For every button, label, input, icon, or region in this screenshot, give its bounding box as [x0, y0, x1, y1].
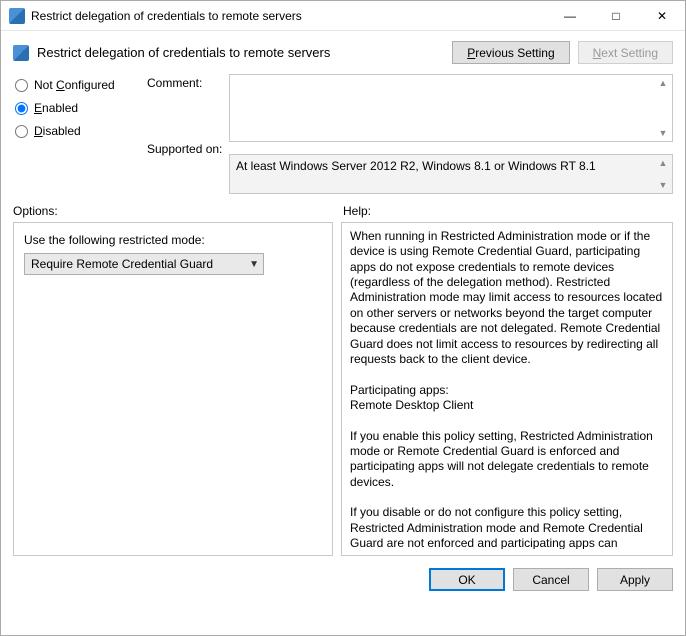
radio-enabled-input[interactable] [15, 102, 28, 115]
chevron-down-icon: ▼ [249, 259, 259, 270]
next-setting-button[interactable]: Next Setting [578, 41, 673, 64]
radio-not-configured-input[interactable] [15, 79, 28, 92]
radio-not-configured[interactable]: Not Configured [15, 78, 145, 92]
supported-label: Supported on: [147, 142, 227, 156]
radio-disabled-label: Disabled [34, 124, 81, 138]
comment-input[interactable]: ▲ ▼ [229, 74, 673, 142]
label-column: Comment: Supported on: [147, 74, 227, 194]
radio-disabled-input[interactable] [15, 125, 28, 138]
supported-on-text: At least Windows Server 2012 R2, Windows… [236, 159, 596, 173]
scroll-arrows: ▲ ▼ [654, 155, 672, 193]
chevron-down-icon[interactable]: ▼ [654, 125, 672, 141]
supported-on-box: At least Windows Server 2012 R2, Windows… [229, 154, 673, 194]
help-label: Help: [343, 204, 371, 218]
policy-title: Restrict delegation of credentials to re… [37, 45, 444, 60]
dialog-footer: OK Cancel Apply [1, 556, 685, 591]
lower-panels: Use the following restricted mode: Requi… [1, 222, 685, 556]
policy-header: Restrict delegation of credentials to re… [1, 31, 685, 70]
app-icon [9, 8, 25, 24]
options-heading: Use the following restricted mode: [24, 233, 322, 247]
upper-panel: Not Configured Enabled Disabled Comment:… [1, 70, 685, 194]
scroll-arrows: ▲ ▼ [654, 75, 672, 141]
chevron-up-icon[interactable]: ▲ [654, 75, 672, 91]
chevron-up-icon[interactable]: ▲ [654, 155, 672, 171]
ok-button[interactable]: OK [429, 568, 505, 591]
comment-label: Comment: [147, 76, 227, 90]
options-panel: Use the following restricted mode: Requi… [13, 222, 333, 556]
policy-icon [13, 45, 29, 61]
minimize-button[interactable]: — [547, 1, 593, 31]
chevron-down-icon[interactable]: ▼ [654, 177, 672, 193]
radio-enabled[interactable]: Enabled [15, 101, 145, 115]
help-text[interactable]: When running in Restricted Administratio… [350, 229, 668, 549]
mnemonic: N [593, 46, 602, 60]
radio-disabled[interactable]: Disabled [15, 124, 145, 138]
field-column: ▲ ▼ At least Windows Server 2012 R2, Win… [229, 74, 673, 194]
apply-button[interactable]: Apply [597, 568, 673, 591]
titlebar: Restrict delegation of credentials to re… [1, 1, 685, 31]
radio-not-configured-label: Not Configured [34, 78, 115, 92]
previous-setting-button[interactable]: Previous Setting [452, 41, 569, 64]
section-labels: Options: Help: [1, 194, 685, 222]
mnemonic: P [467, 46, 475, 60]
help-panel: When running in Restricted Administratio… [341, 222, 673, 556]
restricted-mode-dropdown[interactable]: Require Remote Credential Guard ▼ [24, 253, 264, 275]
state-radios: Not Configured Enabled Disabled [15, 74, 145, 194]
window-title: Restrict delegation of credentials to re… [31, 9, 547, 23]
dropdown-value: Require Remote Credential Guard [31, 257, 213, 271]
maximize-button[interactable]: □ [593, 1, 639, 31]
options-label: Options: [13, 204, 343, 218]
close-button[interactable]: ✕ [639, 1, 685, 31]
radio-enabled-label: Enabled [34, 101, 78, 115]
cancel-button[interactable]: Cancel [513, 568, 589, 591]
